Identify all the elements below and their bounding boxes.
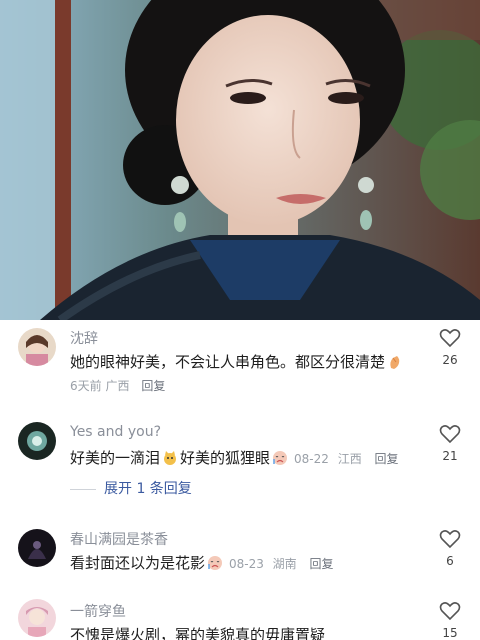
like-count: 26 xyxy=(442,353,458,367)
comment-username[interactable]: 一箭穿鱼 xyxy=(70,601,126,621)
reply-button[interactable]: 回复 xyxy=(141,379,165,393)
comment-item: 沈辞 她的眼神好美，不会让人串角色。都区分很清楚 6天前 广西 回复 26 xyxy=(0,320,480,400)
comment-date: 08-23 xyxy=(229,557,264,571)
like-count: 15 xyxy=(442,626,458,640)
comment-text: 不愧是爆火剧，幂的美貌真的毋庸置疑 xyxy=(70,626,326,640)
comment-item: 春山满园是茶香 看封面还以为是花影 08-23 湖南 回复 6 xyxy=(0,523,480,603)
like-button[interactable] xyxy=(438,424,462,448)
reply-button[interactable]: 回复 xyxy=(309,557,333,571)
comment-location: 广西 xyxy=(105,379,130,393)
crying-face-emoji xyxy=(207,555,223,575)
comment-location: 湖南 xyxy=(272,557,297,571)
comment-item: 一箭穿鱼 不愧是爆火剧，幂的美貌真的毋庸置疑 15 xyxy=(0,597,480,640)
like-count: 6 xyxy=(446,554,454,568)
avatar-image xyxy=(18,599,56,637)
comment-item: Yes and you? 好美的一滴泪 好美的狐狸眼 08-22 江西 回复 21 … xyxy=(0,420,480,510)
divider-line xyxy=(70,488,96,490)
comment-username[interactable]: 春山满园是茶香 xyxy=(70,529,168,549)
reply-button[interactable]: 回复 xyxy=(374,452,398,466)
comment-text: 好美的一滴泪 好美的狐狸眼 08-22 江西 回复 xyxy=(70,447,399,470)
cover-illustration xyxy=(0,0,480,320)
like-button[interactable] xyxy=(438,601,462,625)
avatar[interactable] xyxy=(18,422,56,460)
expand-replies-label: 展开 1 条回复 xyxy=(104,481,192,497)
comment-username[interactable]: Yes and you? xyxy=(70,424,161,440)
comment-location: 江西 xyxy=(337,452,362,466)
avatar[interactable] xyxy=(18,328,56,366)
expand-replies-button[interactable]: 展开 1 条回复 xyxy=(70,478,192,498)
like-button[interactable] xyxy=(438,529,462,553)
comment-text-body: 她的眼神好美，不会让人串角色。都区分很清楚 xyxy=(70,353,386,371)
crying-face-emoji xyxy=(272,450,288,470)
heart-icon xyxy=(439,530,461,549)
like-button[interactable] xyxy=(438,328,462,352)
comment-date: 08-22 xyxy=(294,452,329,466)
video-cover-image[interactable] xyxy=(0,0,480,320)
heart-icon xyxy=(439,602,461,621)
like-count: 21 xyxy=(442,449,458,463)
heart-icon xyxy=(439,329,461,348)
comment-text: 看封面还以为是花影 08-23 湖南 回复 xyxy=(70,552,333,575)
avatar-image xyxy=(18,529,56,567)
comment-list: 沈辞 她的眼神好美，不会让人串角色。都区分很清楚 6天前 广西 回复 26 Ye… xyxy=(0,320,480,640)
comment-time: 6天前 xyxy=(70,379,102,393)
comment-text-body: 看封面还以为是花影 xyxy=(70,554,206,572)
heart-icon xyxy=(439,425,461,444)
avatar[interactable] xyxy=(18,599,56,637)
cat-emoji xyxy=(162,450,178,470)
comment-username[interactable]: 沈辞 xyxy=(70,328,98,348)
clapping-hands-emoji xyxy=(387,354,403,374)
avatar[interactable] xyxy=(18,529,56,567)
avatar-image xyxy=(18,422,56,460)
comment-text-part1: 好美的一滴泪 xyxy=(70,449,161,467)
avatar-image xyxy=(18,328,56,366)
comment-text-part2: 好美的狐狸眼 xyxy=(180,449,271,467)
comment-meta: 6天前 广西 回复 xyxy=(70,377,165,394)
comment-text: 她的眼神好美，不会让人串角色。都区分很清楚 xyxy=(70,351,405,374)
